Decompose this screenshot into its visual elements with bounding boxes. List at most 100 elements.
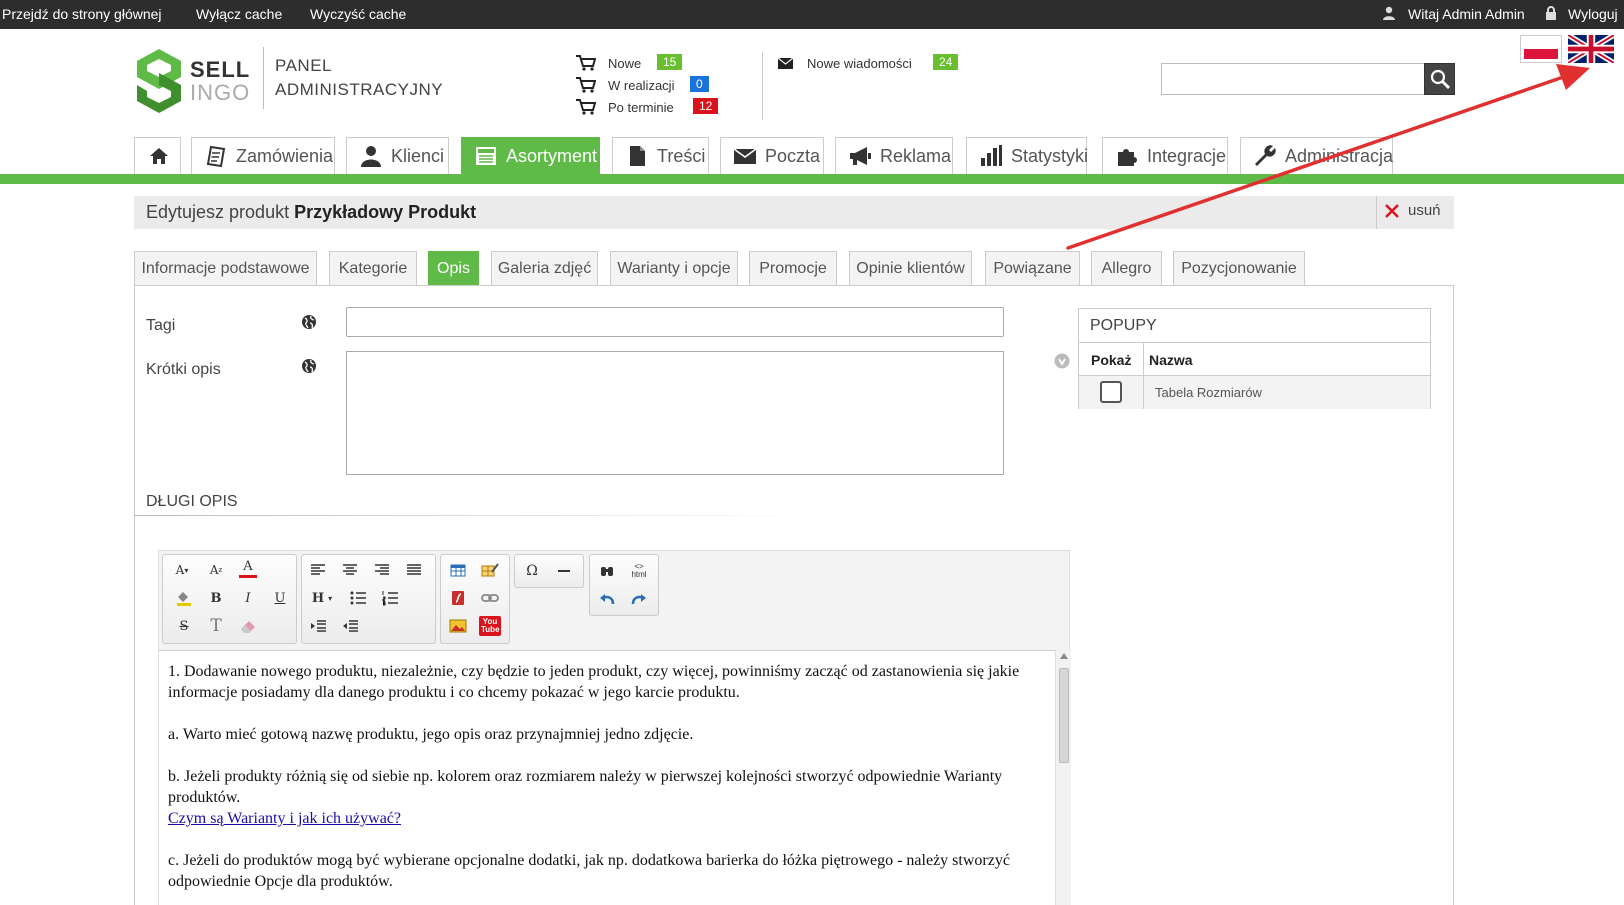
nav-statistics[interactable]: Statystyki: [966, 137, 1088, 174]
nav-orders[interactable]: Zamówienia: [191, 137, 335, 174]
numbered-list-button[interactable]: [377, 586, 403, 610]
indent-button[interactable]: [305, 614, 331, 638]
align-center-button[interactable]: [337, 558, 363, 582]
orders-overdue-link[interactable]: Po terminie 12: [576, 98, 719, 116]
superscript-button[interactable]: Az: [203, 558, 229, 582]
nav-home[interactable]: [134, 137, 181, 174]
search-input[interactable]: [1161, 63, 1424, 95]
insert-flash-button[interactable]: [445, 586, 471, 610]
redo-button[interactable]: [626, 587, 652, 611]
uk-flag-icon: [1568, 35, 1614, 63]
font-size-button[interactable]: A ▾: [165, 558, 199, 582]
tab-positioning[interactable]: Pozycjonowanie: [1173, 251, 1305, 285]
nav-orders-label: Zamówienia: [236, 145, 334, 166]
tab-promotions[interactable]: Promocje: [749, 251, 837, 285]
bold-button[interactable]: B: [203, 586, 229, 610]
disable-cache-link[interactable]: Wyłącz cache: [196, 6, 282, 22]
font-size-glyph: A: [175, 563, 185, 577]
tab-gallery[interactable]: Galeria zdjęć: [491, 251, 598, 285]
bullet-list-button[interactable]: [345, 586, 371, 610]
globe-icon[interactable]: [301, 358, 317, 374]
horizontal-rule-icon: [558, 570, 570, 572]
language-pl-button[interactable]: [1520, 35, 1562, 63]
tab-description[interactable]: Opis: [428, 251, 479, 285]
outdent-button[interactable]: [337, 614, 363, 638]
nav-assortment-label: Asortyment: [506, 145, 598, 166]
paint-bucket-icon: [177, 592, 191, 606]
heading-glyph: H: [311, 590, 325, 606]
nav-content-label: Treści: [657, 145, 706, 166]
insert-youtube-button[interactable]: You Tube: [477, 614, 503, 638]
highlight-button[interactable]: [171, 586, 197, 610]
insert-table-button[interactable]: [445, 558, 471, 582]
nav-assortment[interactable]: Asortyment: [461, 137, 600, 174]
header-divider: [762, 52, 763, 120]
nav-administration[interactable]: Administracja: [1240, 137, 1393, 174]
short-description-textarea[interactable]: [346, 351, 1004, 475]
tab-related[interactable]: Powiązane: [985, 251, 1080, 285]
tags-input[interactable]: [346, 307, 1004, 337]
new-messages-link[interactable]: Nowe wiadomości: [807, 56, 912, 71]
undo-button[interactable]: [594, 587, 620, 611]
popup-show-cell: [1079, 376, 1144, 409]
logo-text-ingo: INGO: [190, 80, 251, 105]
html-label: html: [631, 570, 647, 579]
eraser-button[interactable]: [235, 614, 261, 638]
search-button[interactable]: [1424, 63, 1455, 95]
language-en-button[interactable]: [1568, 35, 1614, 63]
orders-in-progress-label: W realizacji: [608, 78, 675, 93]
html-source-button[interactable]: <> html: [626, 559, 652, 583]
heading-button[interactable]: H ▾: [305, 586, 339, 610]
align-right-button[interactable]: [369, 558, 395, 582]
nav-mail[interactable]: Poczta: [720, 137, 824, 174]
align-left-button[interactable]: [305, 558, 331, 582]
help-icon[interactable]: [1054, 353, 1070, 369]
horizontal-rule-button[interactable]: [551, 559, 577, 583]
tab-basic-info[interactable]: Informacje podstawowe: [134, 251, 317, 285]
scroll-up-icon[interactable]: [1060, 653, 1068, 659]
tab-variants[interactable]: Warianty i opcje: [610, 251, 738, 285]
clear-cache-link[interactable]: Wyczyść cache: [310, 6, 406, 22]
variants-help-link[interactable]: Czym są Warianty i jak ich używać?: [168, 810, 401, 827]
nav-advertising[interactable]: Reklama: [835, 137, 953, 174]
user-icon: [361, 146, 381, 167]
editor-scrollbar[interactable]: [1055, 650, 1071, 905]
edit-table-button[interactable]: [477, 558, 503, 582]
puzzle-icon: [1118, 149, 1137, 166]
text-format-button[interactable]: T: [203, 614, 229, 638]
font-color-button[interactable]: A: [239, 558, 257, 578]
align-justify-button[interactable]: [401, 558, 427, 582]
logout-link[interactable]: Wyloguj: [1568, 6, 1618, 22]
orders-in-progress-link[interactable]: W realizacji 0: [576, 76, 709, 94]
strikethrough-button[interactable]: S: [171, 614, 197, 638]
sellingo-logo-icon[interactable]: [134, 47, 184, 115]
italic-button[interactable]: I: [235, 586, 261, 610]
top-bar: Przejdź do strony głównej Wyłącz cache W…: [0, 0, 1624, 29]
nav-customers[interactable]: Klienci: [346, 137, 449, 174]
globe-icon[interactable]: [301, 314, 317, 330]
insert-image-button[interactable]: [445, 614, 471, 638]
user-icon: [1383, 6, 1395, 20]
orders-new-link[interactable]: Nowe 15: [576, 54, 706, 72]
delete-product-button[interactable]: usuń: [1384, 202, 1441, 219]
insert-link-button[interactable]: [477, 586, 503, 610]
cart-icon: [576, 77, 596, 93]
tab-reviews[interactable]: Opinie klientów: [849, 251, 972, 285]
nav-content[interactable]: Treści: [612, 137, 709, 174]
tab-allegro[interactable]: Allegro: [1091, 251, 1162, 285]
welcome-text: Witaj Admin Admin: [1408, 6, 1525, 22]
popups-col-name: Nazwa: [1149, 352, 1193, 368]
nav-integrations-label: Integracje: [1147, 145, 1227, 166]
special-character-button[interactable]: Ω: [519, 559, 545, 583]
editor-text[interactable]: 1. Dodawanie nowego produktu, niezależni…: [168, 661, 1038, 905]
home-link[interactable]: Przejdź do strony głównej: [2, 6, 162, 22]
nav-integrations[interactable]: Integracje: [1102, 137, 1228, 174]
underline-button[interactable]: U: [267, 586, 293, 610]
scroll-thumb[interactable]: [1059, 668, 1069, 763]
popup-show-checkbox[interactable]: [1100, 381, 1122, 403]
editor-content-area[interactable]: 1. Dodawanie nowego produktu, niezależni…: [159, 650, 1071, 905]
long-description-divider: [134, 515, 814, 516]
tab-categories[interactable]: Kategorie: [329, 251, 417, 285]
find-button[interactable]: [594, 559, 620, 583]
nav-mail-label: Poczta: [765, 145, 821, 166]
